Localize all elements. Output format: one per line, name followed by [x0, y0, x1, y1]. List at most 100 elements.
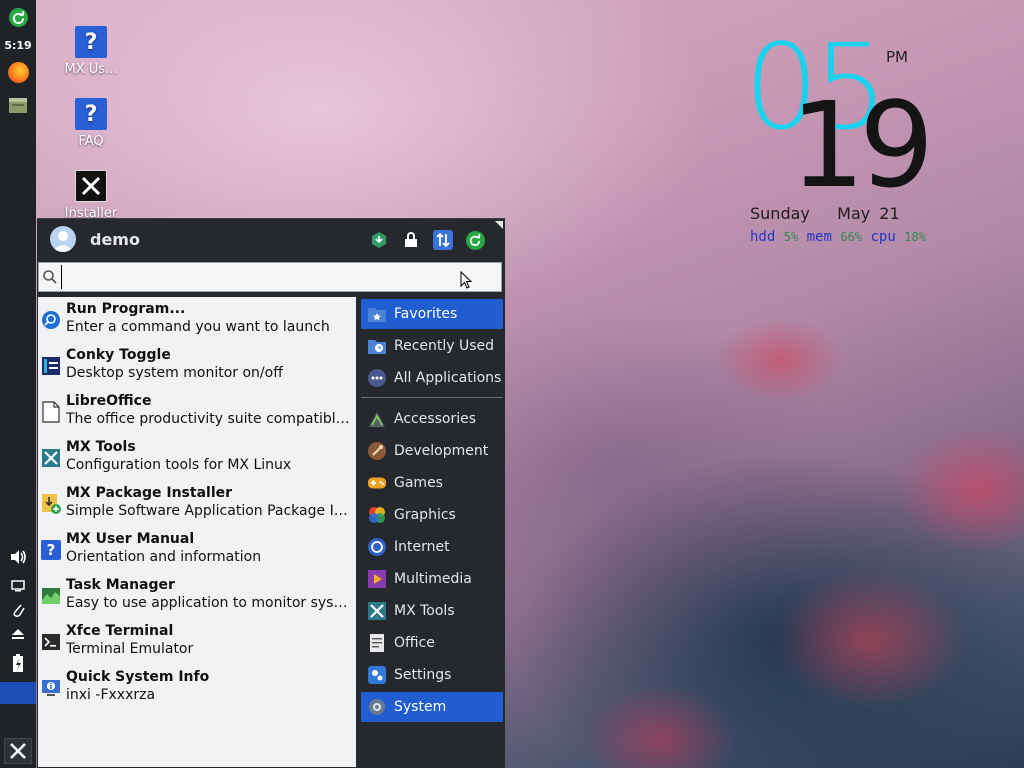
conky-date: Sunday May 21: [750, 204, 900, 223]
category-development[interactable]: Development: [361, 436, 503, 466]
task-manager-icon: [40, 585, 62, 607]
mouse-pointer-icon: [460, 271, 472, 289]
conky-day: Sunday: [750, 204, 810, 223]
favorites-list: Run Program... Enter a command you want …: [38, 297, 356, 767]
category-multimedia[interactable]: Multimedia: [361, 564, 503, 594]
category-label: Graphics: [394, 507, 456, 523]
stat-key: hdd: [750, 229, 776, 245]
updater-icon[interactable]: [0, 6, 36, 28]
list-item[interactable]: Run Program... Enter a command you want …: [38, 297, 356, 343]
list-item[interactable]: MX Tools Configuration tools for MX Linu…: [38, 435, 356, 481]
list-item[interactable]: MX Package Installer Simple Software App…: [38, 481, 356, 527]
stat-value: 66%: [840, 230, 863, 244]
category-recently-used[interactable]: Recently Used: [361, 331, 503, 361]
app-title: MX Tools: [66, 439, 136, 455]
category-separator: [361, 397, 503, 398]
category-label: All Applications: [394, 370, 502, 386]
panel-clock[interactable]: 5:19: [0, 37, 36, 53]
category-mx-tools[interactable]: MX Tools: [361, 596, 503, 626]
mx-tools-icon: [40, 447, 62, 469]
app-desc: Configuration tools for MX Linux: [66, 457, 292, 473]
settings-manager-icon: [372, 232, 386, 248]
stat-value: 18%: [904, 230, 926, 244]
user-manual-icon: ?: [40, 539, 62, 561]
category-label: Accessories: [394, 411, 477, 427]
category-label: System: [394, 699, 447, 715]
conky-widget: 05 19 PM Sunday May 21 hdd 5% mem 66% cp…: [744, 0, 1024, 260]
active-window-button[interactable]: [0, 682, 36, 704]
category-label: Recently Used: [394, 338, 495, 354]
eject-icon[interactable]: [0, 624, 36, 644]
category-all-applications[interactable]: All Applications: [361, 363, 503, 393]
desktop-icon-manual[interactable]: ? MX Us...: [56, 26, 126, 77]
stat-value: 5%: [783, 230, 799, 244]
app-title: Quick System Info: [66, 669, 210, 685]
app-title: Xfce Terminal: [66, 623, 174, 639]
list-item[interactable]: Xfce Terminal Terminal Emulator: [38, 619, 356, 665]
display-icon[interactable]: [0, 576, 36, 596]
lock-screen-button[interactable]: [401, 230, 421, 250]
category-graphics[interactable]: Graphics: [361, 500, 503, 530]
favorites-icon: [367, 304, 387, 324]
app-desc: Orientation and information: [66, 549, 262, 565]
category-label: MX Tools: [394, 603, 455, 619]
search-box[interactable]: [38, 262, 502, 292]
recent-icon: [367, 336, 387, 356]
app-title: Run Program...: [66, 301, 186, 317]
multimedia-icon: [367, 569, 387, 589]
user-avatar[interactable]: [50, 226, 76, 252]
package-installer-icon: [40, 493, 62, 515]
category-system[interactable]: System: [361, 692, 503, 722]
whisker-menu: demo Run Program... Enter a command you …: [37, 218, 505, 768]
app-title: MX Package Installer: [66, 485, 233, 501]
category-label: Games: [394, 475, 443, 491]
clipboard-icon[interactable]: [0, 600, 36, 620]
settings-manager-button[interactable]: [369, 230, 389, 250]
desktop-icon-installer[interactable]: Installer: [56, 170, 126, 221]
development-icon: [367, 441, 387, 461]
category-favorites[interactable]: Favorites: [361, 299, 503, 329]
desktop-icon-faq[interactable]: ? FAQ: [56, 98, 126, 149]
category-internet[interactable]: Internet: [361, 532, 503, 562]
internet-icon: [367, 537, 387, 557]
category-games[interactable]: Games: [361, 468, 503, 498]
volume-icon[interactable]: [0, 546, 36, 568]
search-input[interactable]: [61, 265, 491, 289]
conky-stats: hdd 5% mem 66% cpu 18%: [750, 229, 926, 245]
conky-icon: [40, 355, 62, 377]
list-item[interactable]: Task Manager Easy to use application to …: [38, 573, 356, 619]
system-info-icon: [40, 677, 62, 699]
libreoffice-icon: [40, 401, 62, 423]
category-accessories[interactable]: Accessories: [361, 404, 503, 434]
battery-icon[interactable]: [0, 651, 36, 675]
app-menu-button[interactable]: [4, 738, 32, 764]
list-item[interactable]: LibreOffice The office productivity suit…: [38, 389, 356, 435]
firefox-icon[interactable]: [0, 60, 36, 84]
list-item[interactable]: ? MX User Manual Orientation and informa…: [38, 527, 356, 573]
app-desc: Terminal Emulator: [66, 641, 194, 657]
app-title: MX User Manual: [66, 531, 195, 547]
switch-user-button[interactable]: [433, 230, 453, 250]
logout-icon: [465, 230, 485, 250]
category-label: Favorites: [394, 306, 458, 322]
all-apps-icon: [367, 368, 387, 388]
mx-tools-icon: [367, 601, 387, 621]
category-label: Internet: [394, 539, 450, 555]
accessories-icon: [367, 409, 387, 429]
category-settings[interactable]: Settings: [361, 660, 503, 690]
logout-button[interactable]: [465, 230, 485, 250]
left-panel: 5:19: [0, 0, 36, 768]
file-manager-icon[interactable]: [0, 94, 36, 116]
stat-key: cpu: [870, 229, 896, 245]
app-title: Task Manager: [66, 577, 175, 593]
list-item[interactable]: Conky Toggle Desktop system monitor on/o…: [38, 343, 356, 389]
category-office[interactable]: Office: [361, 628, 503, 658]
list-item[interactable]: Quick System Info inxi -Fxxxrza: [38, 665, 356, 711]
search-icon: [43, 270, 57, 284]
app-desc: inxi -Fxxxrza: [66, 687, 156, 703]
category-label: Development: [394, 443, 489, 459]
games-icon: [367, 473, 387, 493]
conky-date-value: May 21: [837, 204, 900, 223]
stat-key: mem: [806, 229, 832, 245]
app-desc: Enter a command you want to launch: [66, 319, 330, 335]
